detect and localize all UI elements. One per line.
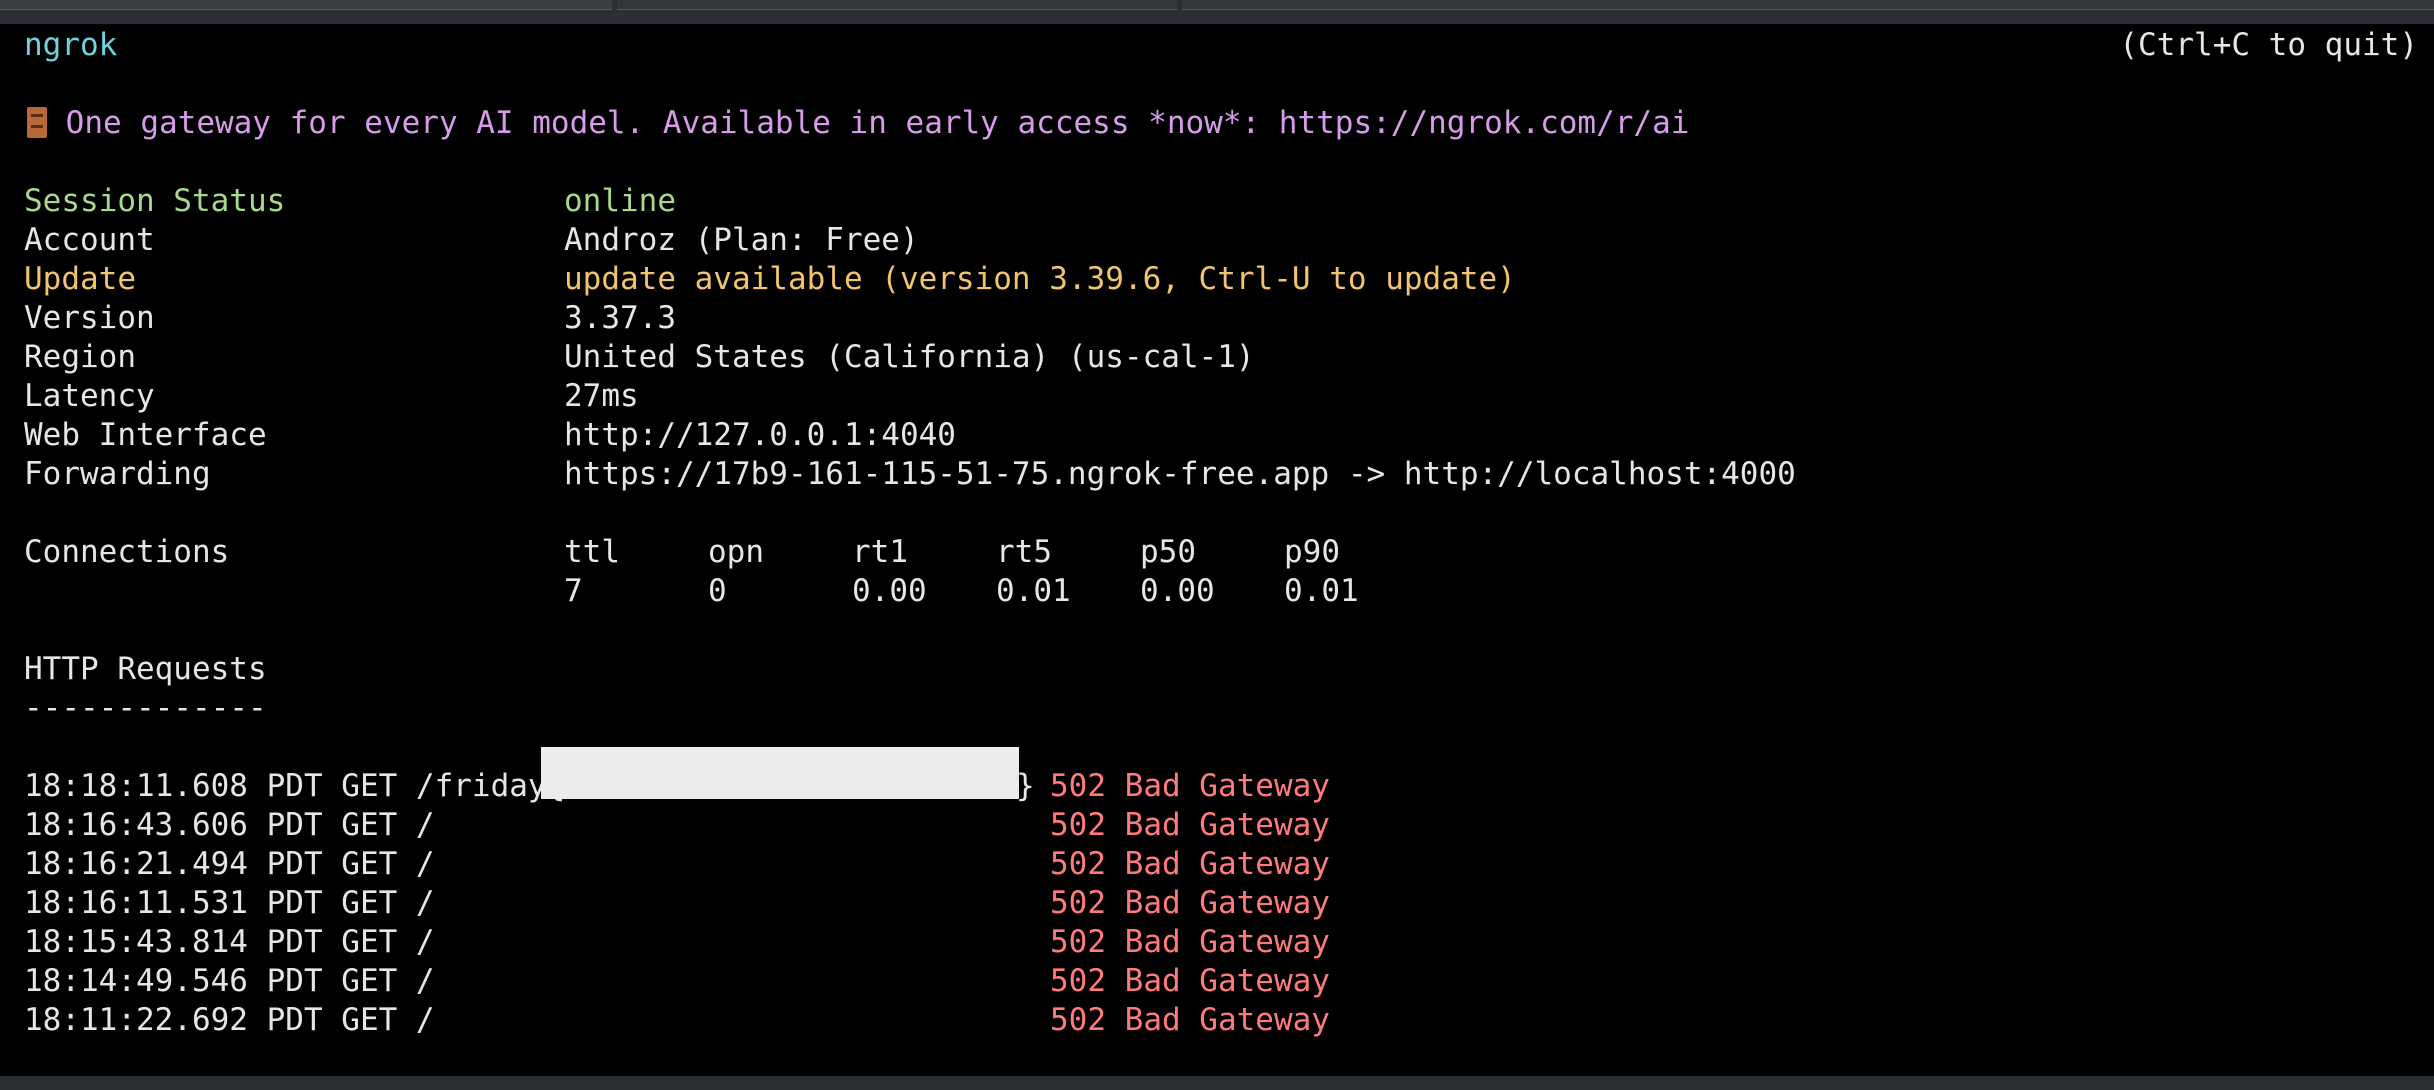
- quit-hint: (Ctrl+C to quit): [2119, 27, 2418, 63]
- http-requests-divider: -------------: [24, 690, 267, 726]
- web-interface-label: Web Interface: [24, 417, 267, 453]
- app-title: ngrok: [24, 27, 118, 63]
- conn-header-p50: p50: [1140, 534, 1196, 570]
- request-row-7: 18:11:22.692 PDT GET /: [24, 1002, 435, 1038]
- request-row-2: 18:16:43.606 PDT GET /: [24, 807, 435, 843]
- forwarding-value[interactable]: https://17b9-161-115-51-75.ngrok-free.ap…: [564, 455, 1796, 494]
- banner: One gateway for every AI model. Availabl…: [27, 104, 1689, 143]
- session-status-value: online: [564, 183, 676, 219]
- latency-label: Latency: [24, 378, 155, 414]
- window-bottom-bar: [0, 1076, 2434, 1090]
- request-row-5-status: 502 Bad Gateway: [1050, 924, 1330, 960]
- request-row-5: 18:15:43.814 PDT GET /: [24, 924, 435, 960]
- conn-value-opn: 0: [708, 573, 727, 609]
- request-row-1-status: 502 Bad Gateway: [1050, 768, 1330, 804]
- conn-header-ttl: ttl: [564, 534, 620, 570]
- tab-1[interactable]: [0, 0, 612, 10]
- account-label: Account: [24, 222, 155, 258]
- conn-header-p90: p90: [1284, 534, 1340, 570]
- update-value: update available (version 3.39.6, Ctrl-U…: [564, 261, 1516, 297]
- connections-label: Connections: [24, 534, 230, 570]
- tab-3[interactable]: [1182, 0, 2434, 10]
- conn-header-rt1: rt1: [852, 534, 908, 570]
- request-row-7-status: 502 Bad Gateway: [1050, 1002, 1330, 1038]
- request-row-4: 18:16:11.531 PDT GET /: [24, 885, 435, 921]
- terminal-window[interactable]: ngrok (Ctrl+C to quit) One gateway for e…: [0, 24, 2434, 1076]
- conn-header-rt5: rt5: [996, 534, 1052, 570]
- version-label: Version: [24, 300, 155, 336]
- conn-value-ttl: 7: [564, 573, 583, 609]
- request-row-6: 18:14:49.546 PDT GET /: [24, 963, 435, 999]
- conn-value-rt5: 0.01: [996, 573, 1071, 609]
- request-row-3: 18:16:21.494 PDT GET /: [24, 846, 435, 882]
- tab-2[interactable]: [617, 0, 1177, 10]
- request-row-1-close: }: [1016, 768, 1035, 804]
- latency-value: 27ms: [564, 378, 639, 414]
- version-value: 3.37.3: [564, 300, 676, 336]
- region-value: United States (California) (us-cal-1): [564, 339, 1255, 375]
- request-row-6-status: 502 Bad Gateway: [1050, 963, 1330, 999]
- conn-value-p90: 0.01: [1284, 573, 1359, 609]
- conn-value-rt1: 0.00: [852, 573, 927, 609]
- region-label: Region: [24, 339, 136, 375]
- door-icon: [27, 107, 47, 138]
- banner-text: One gateway for every AI model. Availabl…: [65, 105, 1690, 141]
- conn-value-p50: 0.00: [1140, 573, 1215, 609]
- request-row-1: 18:18:11.608 PDT GET /friday{: [24, 768, 566, 804]
- request-row-2-status: 502 Bad Gateway: [1050, 807, 1330, 843]
- conn-header-opn: opn: [708, 534, 764, 570]
- request-row-3-status: 502 Bad Gateway: [1050, 846, 1330, 882]
- request-row-4-status: 502 Bad Gateway: [1050, 885, 1330, 921]
- redaction-box: [541, 747, 1019, 799]
- web-interface-link[interactable]: http://127.0.0.1:4040: [564, 416, 956, 455]
- http-requests-title: HTTP Requests: [24, 651, 267, 687]
- session-status-label: Session Status: [24, 183, 286, 219]
- window-tab-bar: [0, 0, 2434, 24]
- forwarding-label: Forwarding: [24, 456, 211, 492]
- update-label: Update: [24, 261, 136, 297]
- account-value: Androz (Plan: Free): [564, 222, 919, 258]
